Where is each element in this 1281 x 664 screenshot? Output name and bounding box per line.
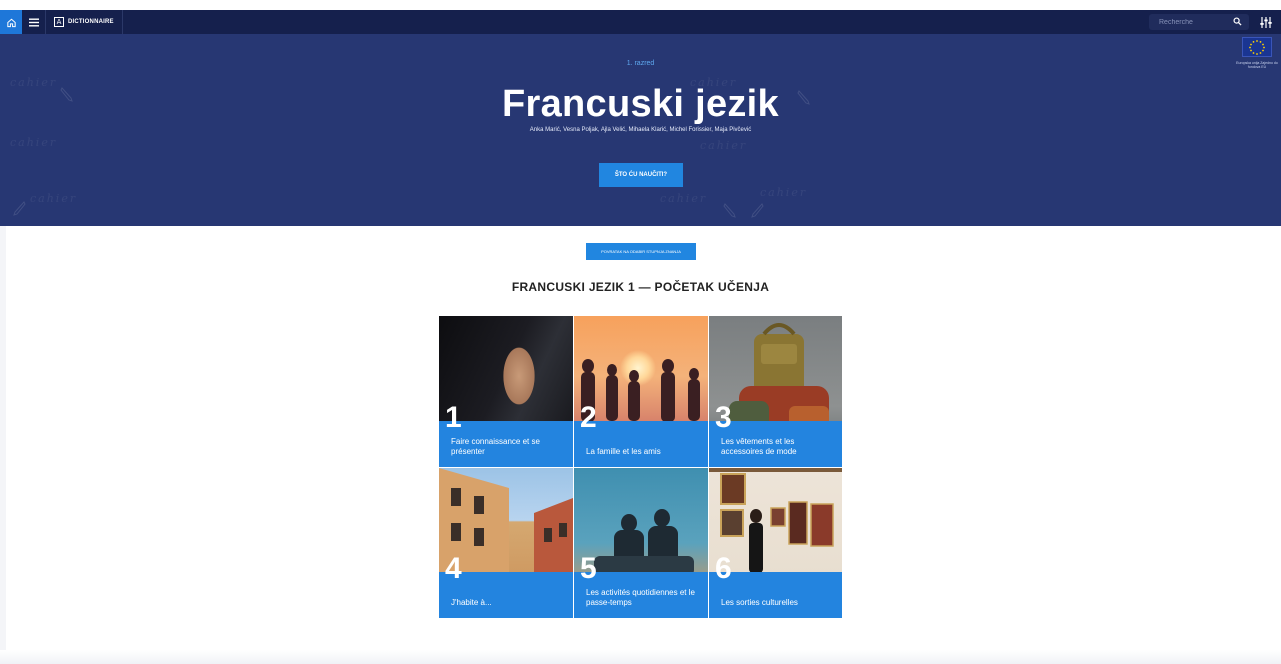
learning-outcomes-button[interactable]: ŠTO ĆU NAUČITI? (599, 163, 683, 187)
unit-card-3[interactable]: 3 Les vêtements et les accessoires de mo… (709, 316, 842, 467)
search-input[interactable] (1149, 18, 1229, 26)
unit-number: 2 (580, 401, 597, 434)
unit-card-4[interactable]: 4 J'habite à... (439, 468, 573, 618)
unit-title: J'habite à... (451, 598, 492, 607)
page-title: Francuski jezik (502, 83, 779, 125)
top-navigation-bar: A DICTIONNAIRE (0, 10, 1281, 34)
unit-title: Faire connaissance et se présenter (451, 437, 540, 456)
search-box (1149, 14, 1249, 30)
dictionary-icon: A (54, 17, 64, 27)
menu-icon (28, 18, 39, 26)
home-button[interactable] (0, 10, 22, 34)
back-to-level-selection-button[interactable]: POVRATAK NA ODABIR STUPNJA ZNANJA (586, 243, 696, 260)
menu-button[interactable] (22, 10, 46, 34)
dictionary-button[interactable]: A DICTIONNAIRE (46, 10, 123, 34)
unit-card-6[interactable]: 6 Les sorties culturelles (709, 468, 842, 618)
unit-card-1[interactable]: 1 Faire connaissance et se présenter (439, 316, 573, 467)
unit-title: Les activités quotidiennes et le passe-t… (586, 588, 695, 607)
unit-title: Les vêtements et les accessoires de mode (721, 437, 797, 456)
section-title: FRANCUSKI JEZIK 1 — POČETAK UČENJA (511, 280, 770, 294)
unit-number: 6 (715, 552, 732, 585)
unit-number: 3 (715, 401, 732, 434)
authors-line: Anka Marić, Vesna Poljak, Ajla Velić, Mi… (529, 127, 752, 133)
decor-word: cahier (660, 192, 708, 205)
eu-flag-logo (1242, 37, 1272, 57)
unit-number: 1 (445, 401, 462, 434)
footer-fade (0, 650, 1281, 664)
decor-word: cahier (700, 139, 748, 152)
decor-word: cahier (10, 136, 58, 149)
eu-stars-icon (1249, 40, 1265, 55)
home-icon (6, 18, 16, 27)
dictionary-label: DICTIONNAIRE (68, 19, 114, 25)
unit-title: La famille et les amis (586, 447, 661, 456)
search-icon[interactable] (1233, 17, 1242, 26)
unit-number: 5 (580, 552, 597, 585)
pencil-decor-icon (751, 203, 764, 218)
pencil-decor-icon (723, 203, 736, 218)
grade-label: 1. razred (626, 60, 655, 67)
pencil-decor-icon (13, 201, 26, 216)
unit-card-2[interactable]: 2 La famille et les amis (574, 316, 708, 467)
unit-number: 4 (445, 552, 462, 585)
decor-word: cahier (30, 192, 78, 205)
unit-card-5[interactable]: 5 Les activités quotidiennes et le passe… (574, 468, 708, 618)
settings-button[interactable] (1257, 10, 1275, 34)
hero-banner: cahier cahier cahier cahier cahier cahie… (0, 34, 1281, 226)
decor-word: cahier (760, 186, 808, 199)
unit-grid: 1 Faire connaissance et se présenter 2 L… (439, 316, 842, 619)
settings-icon (1260, 16, 1272, 28)
eu-caption: Europska unija Zajedno do fondova EU (1236, 61, 1278, 69)
unit-title: Les sorties culturelles (721, 598, 798, 607)
